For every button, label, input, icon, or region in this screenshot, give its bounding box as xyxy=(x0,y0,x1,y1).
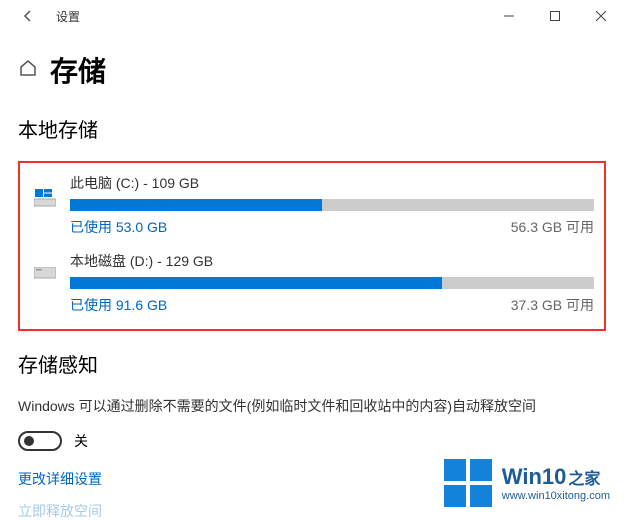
disk-title: 此电脑 (C:) - 109 GB xyxy=(70,173,594,193)
back-button[interactable] xyxy=(8,8,48,24)
disk-usage-bar xyxy=(70,277,594,289)
watermark-brand-suffix: 之家 xyxy=(568,465,600,489)
local-storage-heading: 本地存储 xyxy=(18,114,606,143)
watermark: Win10 之家 www.win10xitong.com xyxy=(444,459,610,507)
disk-row[interactable]: 本地磁盘 (D:) - 129 GB 已使用 91.6 GB 37.3 GB 可… xyxy=(30,251,594,315)
storage-sense-heading: 存储感知 xyxy=(18,349,606,378)
home-icon[interactable] xyxy=(18,58,38,83)
maximize-button[interactable] xyxy=(532,0,578,32)
disk-row[interactable]: 此电脑 (C:) - 109 GB 已使用 53.0 GB 56.3 GB 可用 xyxy=(30,173,594,237)
disk-usage-fill xyxy=(70,277,442,289)
window-title: 设置 xyxy=(56,8,80,25)
close-button[interactable] xyxy=(578,0,624,32)
disk-usage-bar xyxy=(70,199,594,211)
toggle-knob xyxy=(24,436,34,446)
storage-sense-toggle-label: 关 xyxy=(74,431,88,451)
system-disk-icon xyxy=(30,173,60,207)
disk-usage-fill xyxy=(70,199,322,211)
watermark-brand: Win10 xyxy=(502,464,567,490)
storage-sense-description: Windows 可以通过删除不需要的文件(例如临时文件和回收站中的内容)自动释放… xyxy=(18,396,606,417)
disk-used-link[interactable]: 已使用 91.6 GB xyxy=(70,295,167,315)
storage-sense-toggle[interactable] xyxy=(18,431,62,451)
disk-used-link[interactable]: 已使用 53.0 GB xyxy=(70,217,167,237)
local-storage-highlight: 此电脑 (C:) - 109 GB 已使用 53.0 GB 56.3 GB 可用… xyxy=(18,161,606,331)
disk-icon xyxy=(30,251,60,279)
disk-title: 本地磁盘 (D:) - 129 GB xyxy=(70,251,594,271)
watermark-url: www.win10xitong.com xyxy=(502,490,610,502)
watermark-logo-icon xyxy=(444,459,492,507)
page-title: 存储 xyxy=(50,50,106,90)
minimize-button[interactable] xyxy=(486,0,532,32)
disk-free-label: 37.3 GB 可用 xyxy=(511,295,594,315)
disk-free-label: 56.3 GB 可用 xyxy=(511,217,594,237)
